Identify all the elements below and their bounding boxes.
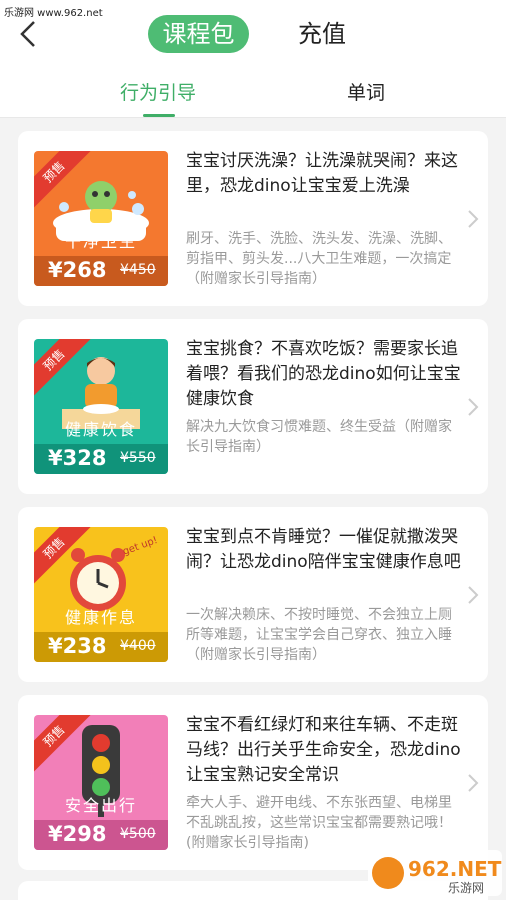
course-description: 解决九大饮食习惯难题、终生受益（附赠家长引导指南） <box>186 419 452 455</box>
sale-price: ¥328 <box>48 446 107 470</box>
course-category-label: 健康作息 <box>64 608 137 627</box>
course-thumbnail: get up! 预售 健康作息 ¥238 ¥400 <box>34 527 168 662</box>
watermark-962-logo: 962.NET 乐游网 <box>368 850 502 896</box>
chevron-right-icon <box>468 210 479 228</box>
course-card[interactable]: get up! 预售 健康作息 ¥238 ¥400 宝宝到点不肯睡觉？一催促就撒… <box>18 507 488 682</box>
original-price: ¥400 <box>120 638 156 654</box>
course-category-label: 干净卫生 <box>64 232 137 251</box>
back-arrow-icon[interactable] <box>16 20 40 48</box>
sale-price: ¥238 <box>48 634 107 658</box>
tab-course-package[interactable]: 课程包 <box>148 15 249 53</box>
course-card[interactable]: 预售 干净卫生 ¥268 ¥450 宝宝讨厌洗澡？让洗澡就哭闹？来这里，恐龙di… <box>18 131 488 306</box>
course-thumbnail: 预售 安全出行 ¥298 ¥500 <box>34 715 168 850</box>
chevron-right-icon <box>468 774 479 792</box>
chevron-right-icon <box>468 398 479 416</box>
course-description: 一次解决赖床、不按时睡觉、不会独立上厕所等难题，让宝宝学会自己穿衣、独立入睡（附… <box>186 607 452 663</box>
watermark-text-sub: 乐游网 <box>448 881 484 895</box>
subtab-words[interactable]: 单词 <box>347 78 385 108</box>
course-thumbnail: 预售 干净卫生 ¥268 ¥450 <box>34 151 168 286</box>
course-description: 刷牙、洗手、洗脸、洗头发、洗澡、洗脚、剪指甲、剪头发...八大卫生难题，一次搞定… <box>186 231 452 287</box>
course-title: 宝宝挑食？不喜欢吃饭？需要家长追着喂？看我们的恐龙dino如何让宝宝健康饮食 <box>186 339 461 409</box>
sale-price: ¥298 <box>48 822 107 846</box>
course-thumbnail: 预售 健康饮食 ¥328 ¥550 <box>34 339 168 474</box>
course-title: 宝宝讨厌洗澡？让洗澡就哭闹？来这里，恐龙dino让宝宝爱上洗澡 <box>186 151 458 196</box>
course-title: 宝宝到点不肯睡觉？一催促就撒泼哭闹？让恐龙dino陪伴宝宝健康作息吧 <box>186 527 461 572</box>
course-category-label: 健康饮食 <box>64 420 137 439</box>
original-price: ¥550 <box>120 450 156 466</box>
subtab-behavior-guide[interactable]: 行为引导 <box>120 78 196 108</box>
watermark-top: 乐游网 www.962.net <box>4 8 103 19</box>
watermark-text-main: 962.NET <box>408 857 502 881</box>
active-subtab-indicator <box>143 114 175 117</box>
course-description: 牵大人手、避开电线、不东张西望、电梯里不乱跳乱按，这些常识宝宝都需要熟记哦！(附… <box>186 795 452 851</box>
course-category-label: 安全出行 <box>64 796 137 815</box>
original-price: ¥450 <box>120 262 156 278</box>
sub-navigation: 行为引导 单词 <box>0 72 506 118</box>
course-card[interactable]: 预售 健康饮食 ¥328 ¥550 宝宝挑食？不喜欢吃饭？需要家长追着喂？看我们… <box>18 319 488 494</box>
sale-price: ¥268 <box>48 258 107 282</box>
svg-text:get up!: get up! <box>121 535 159 558</box>
tab-recharge[interactable]: 充值 <box>280 15 364 53</box>
chevron-right-icon <box>468 586 479 604</box>
course-title: 宝宝不看红绿灯和来往车辆、不走斑马线？出行关乎生命安全，恐龙dino让宝宝熟记安… <box>186 715 461 785</box>
course-card[interactable]: 预售 安全出行 ¥298 ¥500 宝宝不看红绿灯和来往车辆、不走斑马线？出行关… <box>18 695 488 870</box>
original-price: ¥500 <box>120 826 156 842</box>
